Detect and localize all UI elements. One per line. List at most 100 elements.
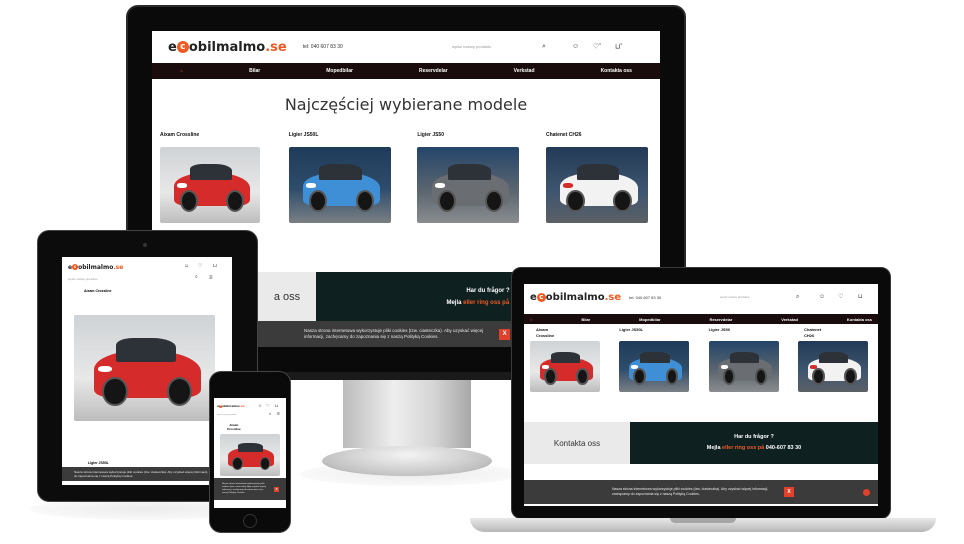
car-image[interactable]: [417, 147, 520, 223]
logo-tld: .se: [604, 291, 622, 303]
nav-item-kontakta[interactable]: Kontakta oss: [847, 317, 872, 322]
logo-text: obilmalmo: [545, 291, 605, 303]
car-windshield: [640, 352, 670, 364]
home-icon[interactable]: ⌂: [530, 317, 532, 322]
car-image[interactable]: [220, 434, 280, 476]
cookie-banner: Nasza strona internetowa wykorzystuje pl…: [214, 478, 286, 500]
cart-count: 0: [620, 42, 623, 46]
nav-item-mopedbilar[interactable]: Mopedbilar: [639, 317, 660, 322]
search-input[interactable]: wpisz nazwę produktu: [217, 414, 237, 416]
models-grid: Aixam Crossline Ligier JS50L Ligier JS50…: [524, 327, 878, 392]
user-icon[interactable]: ☺: [819, 294, 825, 300]
cart-icon[interactable]: ⊔: [213, 264, 217, 269]
heart-icon[interactable]: ♡: [838, 294, 843, 300]
nav-item-verkstad[interactable]: Verkstad: [514, 68, 535, 74]
model-card[interactable]: Aixam Crossline: [160, 132, 264, 223]
cookie-text: Nasza strona internetowa wykorzystuje pl…: [612, 487, 769, 496]
cart-icon[interactable]: ⊔: [858, 294, 863, 300]
car-wheel: [180, 190, 198, 213]
contact-question: Har du frågor ?: [734, 434, 774, 440]
car-image[interactable]: [288, 147, 391, 223]
user-icon[interactable]: ☺: [184, 264, 189, 269]
model-name: Aixam Crossline: [536, 327, 555, 338]
site-logo[interactable]: e c obilmalmo .se: [68, 264, 123, 271]
model-card[interactable]: Chatenet CH26: [797, 327, 870, 392]
logo-dot: c: [536, 292, 546, 302]
phone-home-button[interactable]: [243, 514, 257, 528]
logo-text: obilmalmo: [188, 39, 266, 55]
contact-link[interactable]: a oss: [258, 272, 316, 321]
contact-phone[interactable]: 040-607 83 30: [766, 445, 801, 451]
scroll-top-button[interactable]: [863, 488, 870, 496]
car-windshield: [238, 443, 264, 453]
heart-icon[interactable]: ♡0: [593, 43, 601, 51]
car-wheel: [167, 376, 193, 407]
car-image[interactable]: [74, 315, 215, 421]
car-image[interactable]: [160, 147, 260, 223]
search-icon[interactable]: ⌕: [796, 294, 799, 300]
car-wheel: [665, 368, 679, 385]
search-input[interactable]: wpisz nazwę produktu: [720, 295, 750, 299]
model-card[interactable]: Ligier JS50: [417, 132, 521, 223]
nav-item-bilar[interactable]: Bilar: [249, 68, 260, 74]
car-image[interactable]: [545, 147, 648, 223]
cookie-banner: Nasza strona internetowa wykorzystuje pl…: [258, 321, 514, 347]
car-image[interactable]: [619, 341, 690, 392]
contact-link[interactable]: Kontakta oss: [524, 422, 630, 464]
hamburger-icon[interactable]: ≡: [209, 275, 213, 281]
nav-item-verkstad[interactable]: Verkstad: [781, 317, 798, 322]
model-name: Aixam Crossline: [227, 423, 241, 431]
heart-icon[interactable]: ♡: [266, 404, 270, 408]
contact-email-link[interactable]: Mejla: [446, 300, 461, 306]
model-card[interactable]: Ligier JS50L: [619, 327, 691, 392]
model-card[interactable]: Ligier JS50L: [288, 132, 393, 223]
phone-screen: e c obilmalmo .se ☺ ♡ ⊔ wpisz nazwę prod…: [214, 398, 286, 508]
contact-email-link[interactable]: Mejla: [707, 445, 721, 451]
car-wheel: [259, 457, 271, 471]
logo-letter: e: [168, 39, 177, 55]
car-image[interactable]: [708, 341, 779, 392]
cart-icon[interactable]: ⊔: [275, 404, 278, 408]
contact-line: Mejla eller ring oss på 040-607 83 30: [707, 443, 802, 454]
car-image[interactable]: [530, 341, 600, 392]
header-phone[interactable]: tel: 040 607 83 30: [629, 295, 661, 300]
close-icon[interactable]: X: [784, 487, 794, 497]
header-phone[interactable]: tel: 040 607 83 30: [303, 44, 343, 50]
logo-tld: .se: [239, 404, 245, 408]
car-wheel: [226, 190, 244, 213]
tablet-screen: e c obilmalmo .se ☺ ♡ ⊔ wpisz nazwę prod…: [62, 257, 232, 485]
car-wheel: [232, 457, 243, 471]
model-card[interactable]: Ligier JS50: [708, 327, 781, 392]
model-name: Aixam Crossline: [84, 289, 112, 293]
car-windshield: [447, 163, 491, 181]
user-icon[interactable]: ☺: [572, 43, 579, 50]
nav-item-bilar[interactable]: Bilar: [581, 317, 590, 322]
close-icon[interactable]: X: [274, 486, 279, 492]
car-windshield: [729, 352, 760, 364]
nav-item-reservdelar[interactable]: Reservdelar: [419, 68, 448, 74]
search-input[interactable]: wpisz nazwę produktu: [68, 277, 98, 281]
model-card[interactable]: Aixam Crossline: [530, 327, 602, 392]
model-card[interactable]: Chatenet CH26: [545, 132, 650, 223]
search-icon[interactable]: ⌕: [269, 412, 271, 416]
site-logo[interactable]: e c obilmalmo .se: [168, 40, 287, 55]
nav-item-mopedbilar[interactable]: Mopedbilar: [326, 68, 353, 74]
site-header: e c obilmalmo .se tel: 040 607 83 30 wpi…: [524, 284, 878, 310]
models-grid: Aixam Crossline Ligier JS50L Ligier JS50…: [152, 132, 660, 223]
user-icon[interactable]: ☺: [258, 404, 262, 408]
site-logo[interactable]: e c obilmalmo .se: [530, 292, 621, 303]
search-icon[interactable]: ⌕: [542, 43, 546, 50]
cart-icon[interactable]: ⊔0: [615, 42, 623, 51]
home-icon[interactable]: ⌂: [180, 68, 183, 74]
tablet-camera: [143, 243, 147, 247]
car-wheel: [576, 368, 589, 385]
close-icon[interactable]: X: [499, 328, 510, 340]
heart-icon[interactable]: ♡: [198, 264, 202, 269]
car-image[interactable]: [797, 341, 868, 392]
search-icon[interactable]: ⌕: [195, 275, 198, 280]
nav-item-reservdelar[interactable]: Reservdelar: [709, 317, 732, 322]
nav-item-kontakta[interactable]: Kontakta oss: [601, 68, 632, 74]
hamburger-icon[interactable]: ≡: [277, 412, 280, 417]
search-input[interactable]: wpisz nazwę produktu: [452, 44, 491, 49]
site-logo[interactable]: e c obilmalmo .se: [217, 404, 245, 408]
